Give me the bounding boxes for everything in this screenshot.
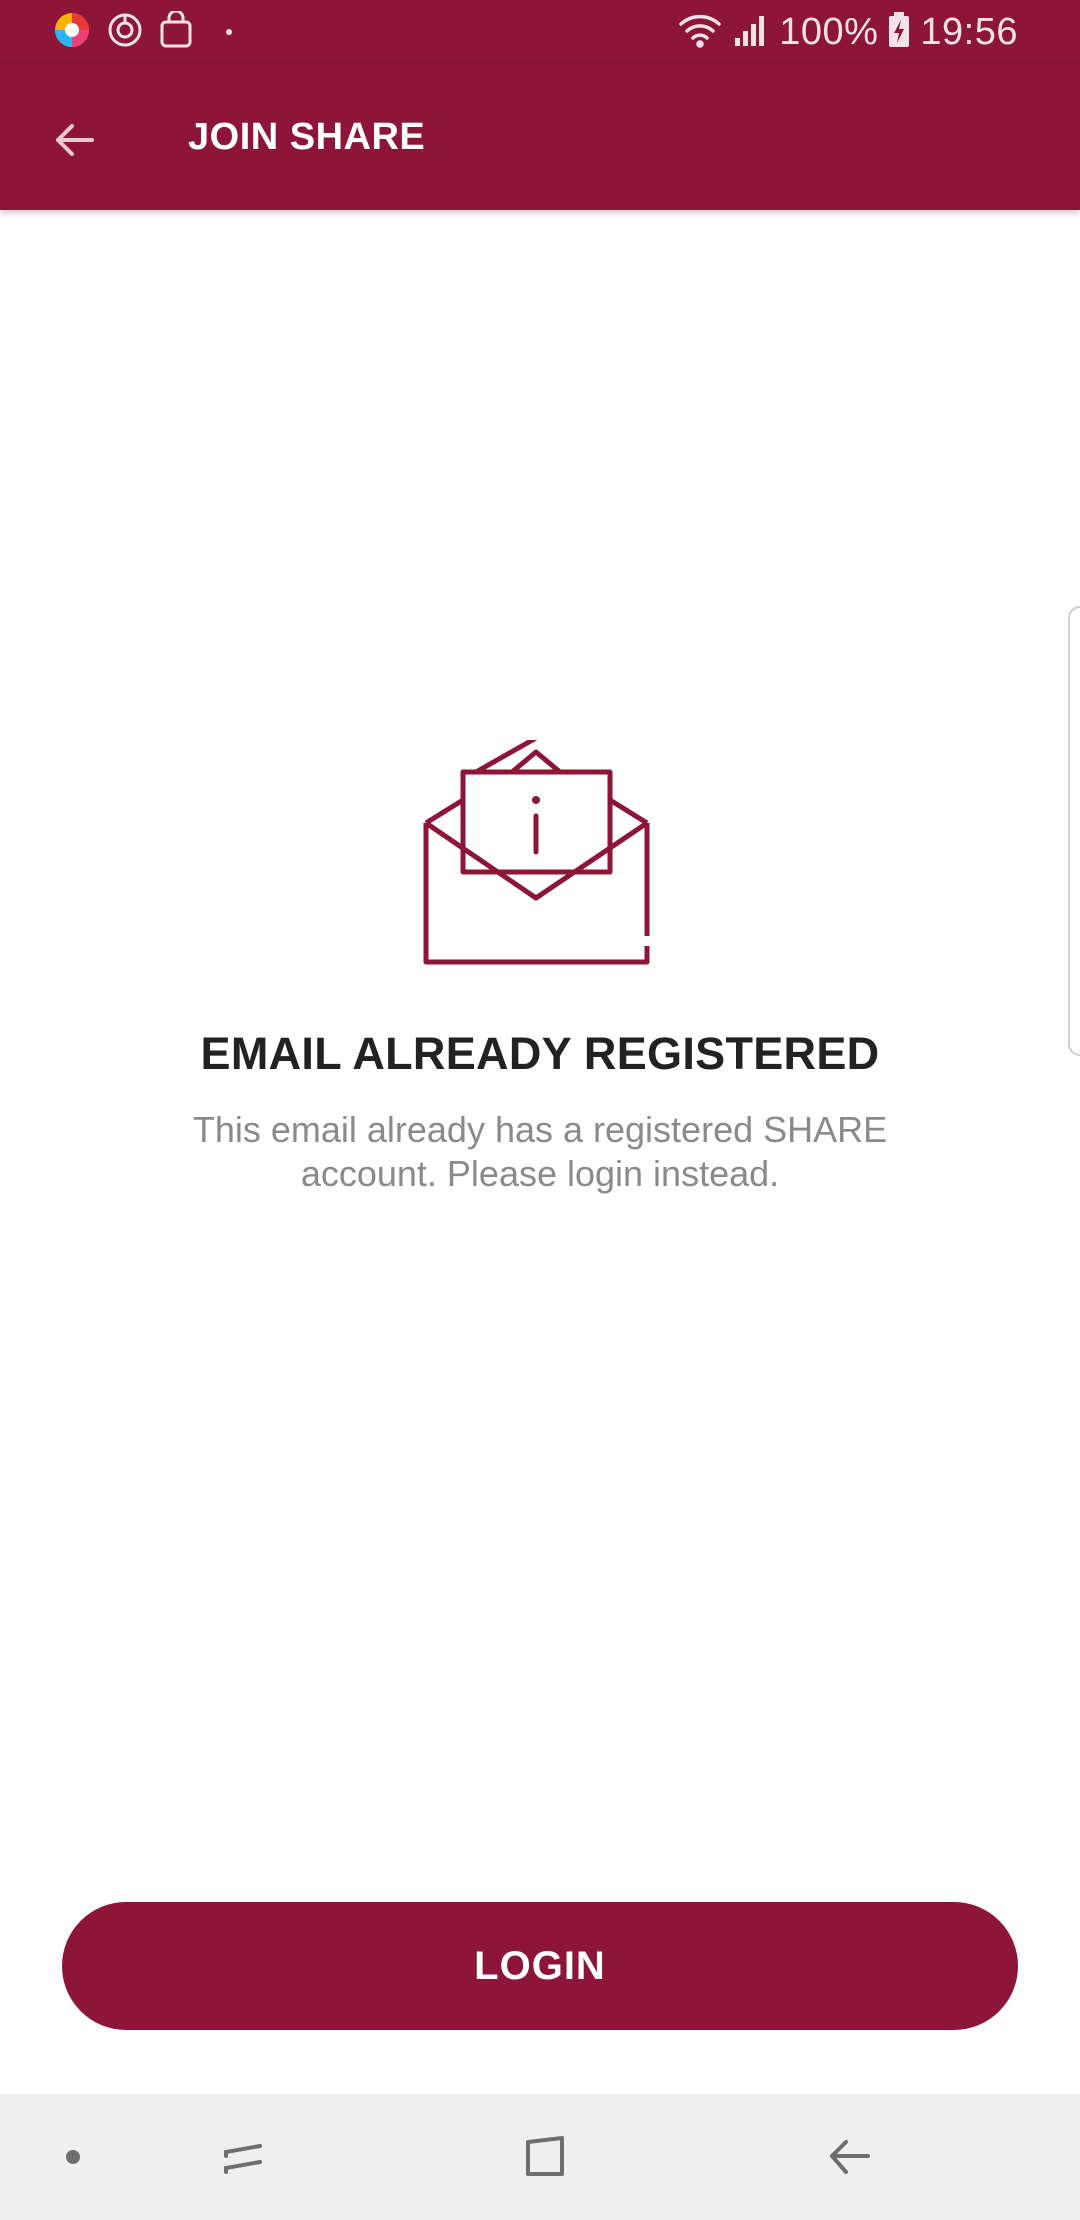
- navigation-bar: [0, 2094, 1080, 2220]
- shopping-bag-icon: [158, 9, 194, 54]
- back-button[interactable]: [36, 104, 112, 180]
- battery-percent: 100%: [779, 10, 879, 53]
- recents-icon[interactable]: [206, 2120, 280, 2194]
- email-info-icon: [420, 735, 660, 970]
- battery-charging-icon: [888, 11, 910, 53]
- status-bar: 100% 19:56: [0, 0, 1080, 64]
- browser-app-icon: [52, 10, 92, 55]
- signal-icon: [733, 12, 769, 53]
- message-body: This email already has a registered SHAR…: [192, 1109, 888, 1194]
- edge-panel-handle[interactable]: [1068, 606, 1080, 1056]
- page-title: JOIN SHARE: [188, 116, 426, 158]
- home-icon[interactable]: [508, 2120, 582, 2194]
- wifi-icon: [677, 12, 723, 53]
- clock: 19:56: [920, 10, 1018, 53]
- sync-icon: [106, 11, 144, 54]
- notification-dot-icon: [226, 29, 232, 35]
- back-icon[interactable]: [812, 2120, 886, 2194]
- message-title: EMAIL ALREADY REGISTERED: [200, 1028, 880, 1079]
- nav-dot-icon[interactable]: [36, 2120, 110, 2194]
- arrow-left-icon: [50, 116, 98, 169]
- app-bar: JOIN SHARE: [0, 64, 1080, 210]
- screen: 100% 19:56 JOIN SHARE EMAIL ALREADY REGI…: [0, 0, 1080, 2220]
- login-button[interactable]: LOGIN: [62, 1902, 1018, 2030]
